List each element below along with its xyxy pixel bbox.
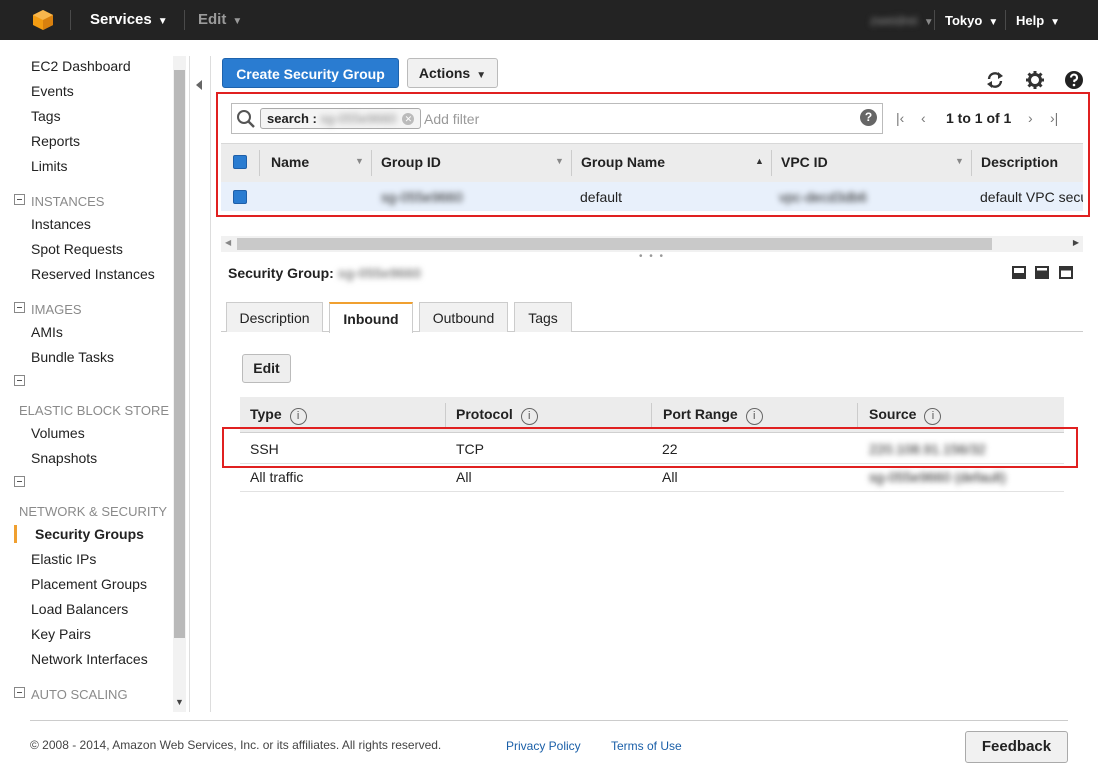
sidebar-item-placement-groups[interactable]: Placement Groups	[31, 576, 147, 592]
scroll-left-icon[interactable]: ◀	[225, 238, 231, 247]
collapse-icon	[14, 302, 25, 313]
terms-of-use-link[interactable]: Terms of Use	[611, 739, 682, 753]
rule-source: sg-055e9660 (default)	[869, 469, 1006, 485]
sidebar-item-elastic-ips[interactable]: Elastic IPs	[31, 551, 96, 567]
info-icon[interactable]: i	[745, 408, 763, 425]
gear-icon[interactable]	[1025, 70, 1045, 90]
active-indicator	[14, 525, 17, 543]
sidebar-item-instances[interactable]: Instances	[31, 216, 91, 232]
horizontal-scrollbar-thumb[interactable]	[237, 238, 992, 250]
feedback-button[interactable]: Feedback	[965, 731, 1068, 763]
create-security-group-button[interactable]: Create Security Group	[222, 58, 399, 88]
column-divider	[445, 403, 446, 427]
divider	[934, 10, 935, 30]
chevron-down-icon: ▼	[1050, 17, 1061, 28]
collapse-icon	[14, 375, 25, 386]
sidebar: EC2 Dashboard Events Tags Reports Limits…	[0, 40, 187, 712]
help-menu[interactable]: Help ▼	[1016, 13, 1060, 28]
column-protocol: Protocol i	[456, 406, 538, 425]
sidebar-item-events[interactable]: Events	[31, 83, 74, 99]
sidebar-item-spot-requests[interactable]: Spot Requests	[31, 241, 123, 257]
section-ebs-toggle[interactable]	[14, 375, 31, 390]
divider	[184, 10, 185, 30]
details-title-value: sg-055e9660	[337, 265, 421, 281]
layout-split-icon[interactable]	[1035, 266, 1049, 279]
sidebar-item-network-interfaces[interactable]: Network Interfaces	[31, 651, 148, 667]
services-menu[interactable]: Services ▼	[90, 11, 168, 28]
column-divider	[651, 403, 652, 427]
chevron-down-icon: ▼	[157, 16, 168, 27]
sidebar-item-amis[interactable]: AMIs	[31, 324, 63, 340]
column-port-range: Port Range i	[663, 406, 763, 425]
tab-outbound[interactable]: Outbound	[419, 302, 508, 332]
chevron-down-icon: ▼	[232, 16, 243, 27]
sidebar-item-limits[interactable]: Limits	[31, 158, 68, 174]
horizontal-scrollbar[interactable]: ◀ ▶	[221, 236, 1083, 252]
info-icon[interactable]: i	[520, 408, 538, 425]
section-images[interactable]: IMAGES	[14, 302, 82, 317]
collapse-left-icon	[196, 80, 202, 90]
sidebar-item-reports[interactable]: Reports	[31, 133, 80, 149]
info-icon[interactable]: i	[289, 408, 307, 425]
rule-protocol: All	[456, 469, 472, 485]
section-auto-scaling[interactable]: AUTO SCALING	[14, 687, 128, 702]
highlight-box	[216, 92, 1090, 217]
edit-menu[interactable]: Edit ▼	[198, 11, 242, 28]
section-network-toggle[interactable]	[14, 476, 31, 491]
scroll-right-icon[interactable]: ▶	[1073, 238, 1079, 247]
sidebar-item-snapshots[interactable]: Snapshots	[31, 450, 97, 466]
section-ebs: ELASTIC BLOCK STORE	[19, 403, 170, 418]
tab-description[interactable]: Description	[226, 302, 323, 332]
user-menu[interactable]: zweidrei ▼	[870, 13, 934, 28]
rule-type: All traffic	[250, 469, 304, 485]
tab-tags[interactable]: Tags	[514, 302, 572, 332]
column-type: Type i	[250, 406, 307, 425]
collapse-icon	[14, 687, 25, 698]
chevron-down-icon: ▼	[988, 17, 999, 28]
region-menu[interactable]: Tokyo ▼	[945, 13, 998, 28]
sidebar-item-key-pairs[interactable]: Key Pairs	[31, 626, 91, 642]
sidebar-collapse-handle[interactable]	[189, 56, 211, 712]
collapse-icon	[14, 194, 25, 205]
scroll-down-arrow-icon[interactable]: ▼	[175, 697, 184, 707]
privacy-policy-link[interactable]: Privacy Policy	[506, 739, 581, 753]
details-title: Security Group: sg-055e9660	[228, 265, 421, 281]
rule-port-range: All	[662, 469, 678, 485]
footer-divider	[30, 720, 1068, 721]
sidebar-item-reserved-instances[interactable]: Reserved Instances	[31, 266, 155, 282]
layout-top-icon[interactable]	[1059, 266, 1073, 279]
divider	[70, 10, 71, 30]
sidebar-item-volumes[interactable]: Volumes	[31, 425, 85, 441]
copyright-text: © 2008 - 2014, Amazon Web Services, Inc.…	[30, 738, 442, 752]
sidebar-item-load-balancers[interactable]: Load Balancers	[31, 601, 128, 617]
user-name: zweidrei	[870, 13, 918, 28]
section-instances[interactable]: INSTANCES	[14, 194, 104, 209]
section-network-security: NETWORK & SECURITY	[19, 504, 168, 519]
help-icon[interactable]	[1064, 70, 1084, 90]
tab-inbound[interactable]: Inbound	[329, 302, 413, 333]
sidebar-item-bundle-tasks[interactable]: Bundle Tasks	[31, 349, 114, 365]
refresh-icon[interactable]	[985, 70, 1005, 90]
layout-bottom-icon[interactable]	[1012, 266, 1026, 279]
chevron-down-icon: ▼	[923, 17, 934, 28]
column-divider	[857, 403, 858, 427]
actions-button[interactable]: Actions ▼	[407, 58, 498, 88]
collapse-icon	[14, 476, 25, 487]
chevron-down-icon: ▼	[476, 70, 487, 81]
edit-rules-button[interactable]: Edit	[242, 354, 291, 383]
resize-handle[interactable]: • • •	[639, 251, 665, 262]
info-icon[interactable]: i	[924, 408, 942, 425]
highlight-box	[222, 427, 1078, 468]
divider	[1005, 10, 1006, 30]
aws-cube-icon[interactable]	[32, 9, 54, 31]
sidebar-scrollbar-thumb[interactable]	[174, 70, 185, 638]
top-nav-bar: Services ▼ Edit ▼ zweidrei ▼ Tokyo ▼ Help ▼	[0, 0, 1098, 40]
sidebar-item-security-groups[interactable]: Security Groups	[35, 526, 144, 542]
column-source: Source i	[869, 406, 942, 425]
sidebar-item-tags[interactable]: Tags	[31, 108, 61, 124]
sidebar-item-ec2-dashboard[interactable]: EC2 Dashboard	[31, 58, 131, 74]
